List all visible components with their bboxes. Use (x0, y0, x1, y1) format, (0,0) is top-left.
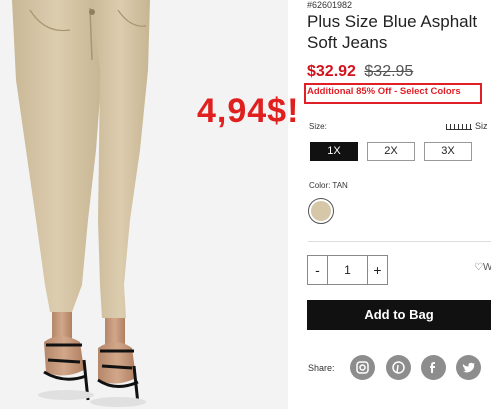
product-title-line2: Soft Jeans (307, 33, 388, 52)
divider (308, 241, 491, 242)
product-title: Plus Size Blue Asphalt Soft Jeans (307, 11, 491, 53)
instagram-icon[interactable] (350, 355, 375, 380)
wishlist-label: W (482, 262, 491, 273)
size-guide-label: Siz (475, 121, 488, 131)
quantity-value[interactable]: 1 (328, 256, 367, 284)
pants-illustration (0, 0, 288, 409)
quantity-decrease-button[interactable]: - (308, 256, 328, 284)
quantity-increase-button[interactable]: + (367, 256, 387, 284)
size-option-3x[interactable]: 3X (424, 142, 472, 161)
facebook-icon[interactable] (421, 355, 446, 380)
share-label: Share: (308, 363, 335, 373)
wishlist-button[interactable]: ♡W (474, 262, 491, 273)
color-label: Color: TAN (309, 181, 348, 190)
product-title-line1: Plus Size Blue Asphalt (307, 12, 478, 31)
product-image[interactable] (0, 0, 288, 409)
promo-text: Additional 85% Off - Select Colors (307, 86, 461, 97)
color-swatch-tan[interactable] (308, 198, 334, 224)
size-option-2x[interactable]: 2X (367, 142, 415, 161)
overlay-price-annotation: 4,94$! (197, 92, 300, 130)
size-guide-link[interactable]: Siz (446, 121, 488, 131)
quantity-stepper: - 1 + (307, 255, 388, 285)
sale-price: $32.92 (307, 63, 356, 80)
add-to-bag-button[interactable]: Add to Bag (307, 300, 491, 330)
twitter-icon[interactable] (456, 355, 481, 380)
product-sku: #62601982 (307, 0, 353, 10)
heart-icon: ♡ (474, 262, 483, 273)
price-row: $32.92 $32.95 (307, 63, 413, 81)
original-price: $32.95 (364, 63, 414, 80)
ruler-icon (446, 123, 472, 131)
size-label: Size: (309, 122, 327, 131)
pinterest-icon[interactable] (386, 355, 411, 380)
size-option-1x[interactable]: 1X (310, 142, 358, 161)
